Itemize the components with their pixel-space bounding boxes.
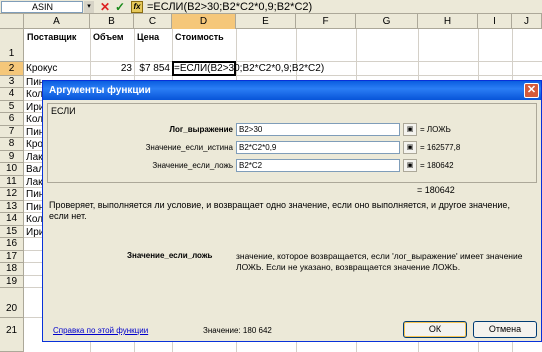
select-all-corner[interactable]: [0, 14, 24, 29]
cell-b2[interactable]: 23: [90, 63, 134, 74]
cell-a14[interactable]: Кол: [26, 214, 42, 225]
row-header-16[interactable]: 16: [0, 238, 24, 251]
row-header-20[interactable]: 20: [0, 288, 24, 318]
cell-c2[interactable]: $7 854: [134, 63, 172, 74]
row-header-11[interactable]: 11: [0, 176, 24, 188]
header-cell-volume[interactable]: Объем: [91, 32, 133, 42]
column-header-b[interactable]: B: [90, 14, 134, 29]
row-header-2[interactable]: 2: [0, 62, 24, 76]
cell-a13[interactable]: Пин: [26, 202, 42, 213]
row-header-9[interactable]: 9: [0, 151, 24, 163]
gridline: [24, 61, 542, 62]
enter-entry-icon[interactable]: ✓: [115, 0, 125, 14]
header-cell-cost[interactable]: Стоимость: [173, 32, 235, 42]
formula-input[interactable]: =ЕСЛИ(B2>30;B2*C2*0,9;B2*C2): [147, 0, 312, 14]
row-header-19[interactable]: 19: [0, 276, 24, 288]
cell-a5[interactable]: Ири: [26, 102, 42, 113]
row-header-7[interactable]: 7: [0, 126, 24, 138]
selected-arg-name: Значение_если_ложь: [127, 251, 213, 260]
arg-label-logical-test: Лог_выражение: [169, 125, 233, 134]
cell-a7[interactable]: Пин: [26, 127, 42, 138]
function-description: Проверяет, выполняется ли условие, и воз…: [49, 200, 510, 221]
collapse-dialog-icon[interactable]: ▣: [403, 123, 417, 136]
arg-input-logical-test[interactable]: B2>30: [236, 123, 400, 136]
header-cell-price[interactable]: Цена: [135, 32, 171, 42]
row-header-17[interactable]: 17: [0, 251, 24, 263]
column-header-c[interactable]: C: [134, 14, 172, 29]
cell-d2-formula: =ЕСЛИ(B2>30;B2*C2*0,9;B2*C2): [174, 63, 325, 74]
cell-a15[interactable]: Ири: [26, 227, 42, 238]
column-header-i[interactable]: I: [478, 14, 512, 29]
column-headers: A B C D E F G H I J: [0, 14, 542, 29]
column-header-f[interactable]: F: [296, 14, 356, 29]
gridline: [24, 75, 542, 76]
row-header-1[interactable]: 1: [0, 29, 24, 62]
row-header-13[interactable]: 13: [0, 201, 24, 213]
dialog-title[interactable]: Аргументы функции: [43, 81, 541, 100]
column-header-h[interactable]: H: [418, 14, 478, 29]
ok-button[interactable]: ОК: [403, 321, 467, 338]
cell-a4[interactable]: Кол: [26, 89, 42, 100]
row-header-8[interactable]: 8: [0, 138, 24, 151]
selected-arg-description: значение, которое возвращается, если 'ло…: [236, 251, 523, 272]
row-header-5[interactable]: 5: [0, 101, 24, 113]
row-header-4[interactable]: 4: [0, 88, 24, 101]
function-arguments-dialog: Аргументы функции ✕ ЕСЛИ Лог_выражение B…: [42, 80, 542, 342]
arg-label-value-if-false: Значение_если_ложь: [152, 161, 233, 170]
cancel-entry-icon[interactable]: ✕: [100, 0, 110, 14]
column-header-d[interactable]: D: [172, 14, 236, 29]
row-header-14[interactable]: 14: [0, 213, 24, 226]
header-cell-supplier[interactable]: Поставщик: [25, 32, 89, 42]
row-header-18[interactable]: 18: [0, 263, 24, 276]
collapse-dialog-icon[interactable]: ▣: [403, 141, 417, 154]
cell-a6[interactable]: Кол: [26, 114, 42, 125]
arg-label-value-if-true: Значение_если_истина: [145, 143, 233, 152]
name-box[interactable]: ASIN: [1, 1, 83, 13]
insert-function-icon[interactable]: fx: [131, 1, 143, 13]
cell-a3[interactable]: Пин: [26, 77, 42, 88]
row-header-12[interactable]: 12: [0, 188, 24, 201]
arg-result-value-if-true: = 162577,8: [420, 143, 461, 152]
arg-input-value-if-true[interactable]: B2*C2*0,9: [236, 141, 400, 154]
help-link[interactable]: Справка по этой функции: [53, 326, 148, 335]
column-header-j[interactable]: J: [512, 14, 542, 29]
close-icon[interactable]: ✕: [524, 83, 539, 98]
cancel-button[interactable]: Отмена: [473, 321, 537, 338]
column-header-e[interactable]: E: [236, 14, 296, 29]
name-box-dropdown-icon[interactable]: ▾: [84, 1, 94, 13]
arg-result-logical-test: = ЛОЖЬ: [420, 125, 451, 134]
row-header-3[interactable]: 3: [0, 76, 24, 88]
cell-a8[interactable]: Кро: [26, 139, 42, 150]
cell-a9[interactable]: Лак: [26, 152, 42, 163]
cell-a12[interactable]: Пин: [26, 189, 42, 200]
row-header-6[interactable]: 6: [0, 113, 24, 126]
cell-a10[interactable]: Вал: [26, 164, 42, 175]
formula-bar: ASIN ▾ ✕ ✓ fx =ЕСЛИ(B2>30;B2*C2*0,9;B2*C…: [0, 0, 542, 14]
cell-a2[interactable]: Крокус: [26, 63, 88, 74]
column-header-a[interactable]: A: [24, 14, 90, 29]
formula-total-result: = 180642: [417, 185, 455, 195]
arg-result-value-if-false: = 180642: [420, 161, 454, 170]
column-header-g[interactable]: G: [356, 14, 418, 29]
arg-input-value-if-false[interactable]: B2*C2: [236, 159, 400, 172]
row-header-15[interactable]: 15: [0, 226, 24, 238]
row-header-21[interactable]: 21: [0, 318, 24, 352]
formula-value-text: Значение: 180 642: [203, 326, 272, 335]
collapse-dialog-icon[interactable]: ▣: [403, 159, 417, 172]
function-name-label: ЕСЛИ: [51, 106, 76, 116]
row-header-10[interactable]: 10: [0, 163, 24, 176]
cell-a11[interactable]: Лак: [26, 177, 42, 188]
